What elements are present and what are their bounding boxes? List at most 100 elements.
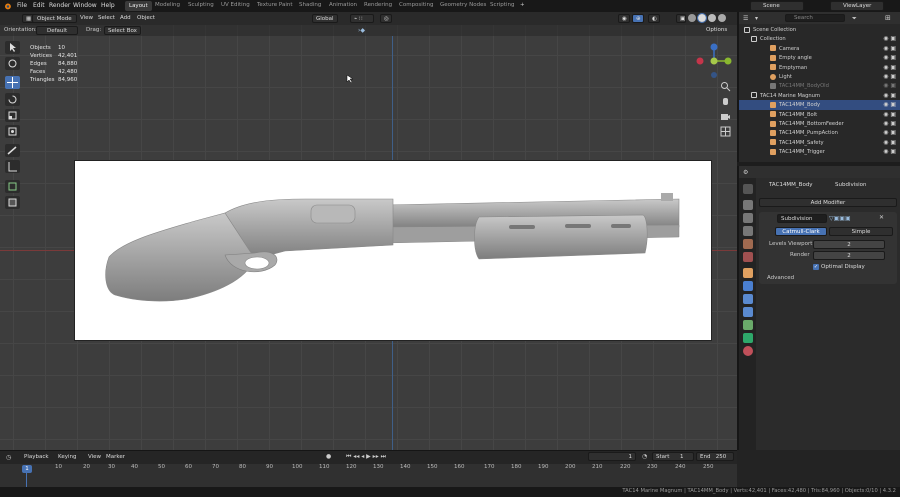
visibility-eye-icon[interactable]: ◉ ▣	[883, 35, 896, 42]
tab-uv-editing[interactable]: UV Editing	[221, 2, 250, 9]
levels-viewport-field[interactable]: 2	[813, 240, 885, 249]
menu-help[interactable]: Help	[101, 3, 115, 9]
visibility-eye-icon[interactable]: ◉ ▣	[883, 101, 896, 108]
outliner-editor-icon[interactable]: ☰	[743, 15, 748, 22]
options-menu[interactable]: Options	[706, 27, 727, 34]
playback-menu[interactable]: Playback	[24, 454, 49, 461]
visibility-eye-icon[interactable]: ◉ ▣	[883, 54, 896, 61]
tab-texture-paint[interactable]: Texture Paint	[257, 2, 293, 9]
view-layer-tab-icon[interactable]	[743, 226, 753, 236]
properties-editor-icon[interactable]: ⚙	[743, 169, 748, 176]
visibility-eye-icon[interactable]: ◉ ▣	[883, 73, 896, 80]
list-item[interactable]: TAC14MM_BottomFeeder ◉ ▣	[739, 119, 900, 128]
end-frame-field[interactable]: End 250	[696, 452, 734, 461]
menu-render[interactable]: Render	[49, 3, 70, 9]
wireframe-shading-icon[interactable]	[688, 14, 696, 22]
tab-layout[interactable]: Layout	[125, 1, 152, 11]
visibility-eye-icon[interactable]: ◉ ▣	[883, 129, 896, 136]
marker-menu[interactable]: Marker	[106, 454, 125, 461]
output-tab-icon[interactable]	[743, 213, 753, 223]
list-item[interactable]: TAC14MM_Bolt ◉ ▣	[739, 110, 900, 119]
visibility-eye-icon[interactable]: ◉ ▣	[883, 111, 896, 118]
new-collection-icon[interactable]: ⊞	[885, 14, 891, 22]
render-tab-icon[interactable]	[743, 200, 753, 210]
visibility-eye-icon[interactable]: ◉ ▣	[883, 148, 896, 155]
drag-selector[interactable]: Select Box	[104, 26, 141, 35]
solid-shading-icon[interactable]	[697, 13, 707, 23]
proportional-edit-button[interactable]: ◎	[380, 14, 392, 23]
menu-edit[interactable]: Edit	[33, 3, 45, 9]
list-item[interactable]: TAC14MM_Safety ◉ ▣	[739, 138, 900, 147]
mode-selector[interactable]: Object Mode	[32, 14, 77, 23]
blender-logo-icon[interactable]	[3, 2, 12, 10]
overlay-button[interactable]: ◐	[648, 14, 660, 23]
gizmo-toggle-button[interactable]: ⊕	[632, 14, 644, 23]
xray-button[interactable]: ▣	[676, 14, 686, 23]
modifier-tab-icon[interactable]	[743, 281, 753, 291]
list-item[interactable]: Emptyman ◉ ▣	[739, 63, 900, 72]
optimal-display-checkbox[interactable]: ✓	[813, 264, 819, 270]
list-item[interactable]: Scene Collection	[739, 25, 900, 34]
start-frame-field[interactable]: Start 1	[652, 452, 694, 461]
render-levels-field[interactable]: 2	[813, 251, 885, 260]
material-shading-icon[interactable]	[708, 14, 716, 22]
simple-button[interactable]: Simple	[829, 227, 893, 236]
transform-tool-button[interactable]	[5, 125, 20, 138]
shotgun-model[interactable]	[75, 161, 713, 342]
world-tab-icon[interactable]	[743, 252, 753, 262]
menu-window[interactable]: Window	[73, 3, 97, 9]
menu-file[interactable]: File	[17, 3, 27, 9]
add-menu[interactable]: Add	[120, 15, 131, 22]
list-item[interactable]: TAC14MM_BodyOld ◉ ▣	[739, 81, 900, 90]
advanced-subpanel[interactable]: Advanced	[767, 275, 794, 282]
rotate-tool-button[interactable]	[5, 93, 20, 106]
list-item[interactable]: Camera ◉ ▣	[739, 44, 900, 53]
constraints-tab-icon[interactable]	[743, 320, 753, 330]
current-frame-field[interactable]: 1	[588, 452, 636, 461]
list-item[interactable]: Empty angle ◉ ▣	[739, 53, 900, 62]
visibility-eye-icon[interactable]: ◉ ▣	[883, 45, 896, 52]
perspective-grid-icon[interactable]	[720, 126, 731, 137]
camera-view-icon[interactable]	[720, 111, 731, 122]
tab-modeling[interactable]: Modeling	[155, 2, 180, 9]
keying-menu[interactable]: Keying	[58, 454, 76, 461]
scene-selector[interactable]: Scene	[750, 1, 804, 11]
tab-scripting[interactable]: Scripting	[490, 2, 514, 9]
tool-tab-icon[interactable]	[743, 184, 753, 194]
orientation-selector[interactable]: Default	[36, 26, 79, 35]
zoom-icon[interactable]	[720, 81, 731, 92]
snap-button[interactable]: ⌁ ∷	[350, 14, 374, 23]
clock-icon[interactable]: ◔	[642, 453, 647, 460]
visibility-button[interactable]: ◉	[618, 14, 630, 23]
filter-icon[interactable]: ⏷	[852, 15, 857, 23]
transform-orientation-selector[interactable]: Global	[312, 14, 338, 23]
list-item[interactable]: Collection ◉ ▣	[739, 34, 900, 43]
playback-controls[interactable]: ⏮ ◂◂ ◂ ▶ ▸▸ ⏭	[346, 453, 386, 461]
outliner-search-input[interactable]: Search	[785, 14, 845, 22]
list-item[interactable]: TAC14MM_Body ◉ ▣	[739, 100, 900, 110]
tab-shading[interactable]: Shading	[299, 2, 321, 9]
view-layer-selector[interactable]: ViewLayer	[830, 1, 884, 11]
tab-sculpting[interactable]: Sculpting	[188, 2, 214, 9]
object-tab-icon[interactable]	[743, 268, 753, 278]
particles-tab-icon[interactable]	[743, 294, 753, 304]
add-workspace-button[interactable]: +	[520, 2, 525, 9]
measure-tool-button[interactable]	[5, 160, 20, 173]
modifier-toggle-icons[interactable]: ▽▣▣▣	[829, 215, 851, 222]
catmull-clark-button[interactable]: Catmull-Clark	[775, 227, 827, 236]
view-menu[interactable]: View	[80, 15, 93, 22]
view-menu[interactable]: View	[88, 454, 101, 461]
visibility-eye-icon[interactable]: ◉ ▣	[883, 120, 896, 127]
modifier-name-field[interactable]: Subdivision	[777, 214, 827, 223]
object-menu[interactable]: Object	[137, 15, 155, 22]
playhead[interactable]: 1	[22, 465, 32, 473]
visibility-eye-icon[interactable]: ◉ ▣	[883, 92, 896, 99]
visibility-eye-icon[interactable]: ◉ ▣	[883, 82, 896, 89]
scene-tab-icon[interactable]	[743, 239, 753, 249]
tweak-tool-button[interactable]	[5, 41, 20, 54]
navigation-gizmo[interactable]	[695, 42, 733, 80]
tab-geometry-nodes[interactable]: Geometry Nodes	[440, 2, 486, 9]
add-cube-tool-button[interactable]	[5, 180, 20, 193]
add-modifier-button[interactable]: Add Modifier	[759, 198, 897, 207]
material-tab-icon[interactable]	[743, 346, 753, 356]
